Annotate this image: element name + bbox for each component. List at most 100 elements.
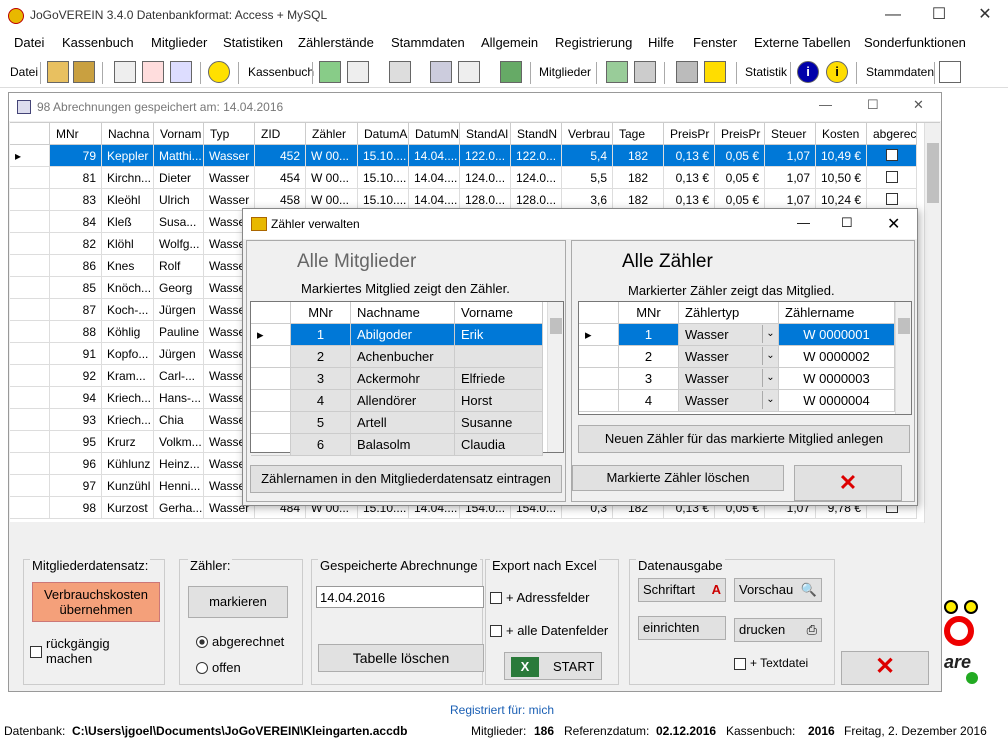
drucken-button[interactable]: drucken ⎙	[734, 618, 822, 642]
zaehlertyp-dropdown[interactable]: Wasser ⌄	[679, 324, 779, 346]
chevron-down-icon[interactable]: ⌄	[762, 325, 778, 343]
abgerechnet-checkbox[interactable]	[885, 171, 898, 183]
books-icon[interactable]	[500, 61, 522, 83]
menu-zaehlerstaende[interactable]: Zählerstände	[298, 35, 374, 50]
row-selector[interactable]	[251, 390, 291, 412]
textdatei-checkbox[interactable]	[734, 658, 746, 670]
table-cell[interactable]: 122.0...	[460, 145, 511, 167]
column-header[interactable]: PreisPr	[715, 123, 765, 145]
dialog-cancel-red-x-button[interactable]: ✕	[794, 465, 902, 501]
column-header[interactable]: Tage	[613, 123, 664, 145]
excel-start-button[interactable]: X START	[504, 652, 602, 680]
inner-minimize-button[interactable]: —	[819, 97, 832, 112]
abrechnung-date-input[interactable]: 14.04.2016	[316, 586, 484, 608]
chevron-down-icon[interactable]: ⌄	[762, 391, 778, 409]
people-icon[interactable]	[704, 61, 726, 83]
zaehler-cell[interactable]: 2	[619, 346, 679, 368]
toolbar-datei[interactable]: Datei	[10, 65, 38, 79]
group-icon[interactable]	[676, 61, 698, 83]
table-cell[interactable]: Georg	[154, 277, 204, 299]
table-cell[interactable]: 0,13 €	[664, 167, 715, 189]
table-cell[interactable]: Kleöhl	[102, 189, 154, 211]
table-cell[interactable]: Dieter	[154, 167, 204, 189]
person-icon[interactable]	[606, 61, 628, 83]
table-cell[interactable]: 182	[613, 167, 664, 189]
row-selector[interactable]: ▸	[579, 324, 619, 346]
table-cell[interactable]: Knöch...	[102, 277, 154, 299]
member-cell[interactable]: Artell	[351, 412, 455, 434]
table-cell[interactable]: 454	[255, 167, 306, 189]
zaehler-cell[interactable]: 4	[619, 390, 679, 412]
table-cell[interactable]: 0,05 €	[715, 167, 765, 189]
member-cell[interactable]	[455, 346, 543, 368]
chevron-down-icon[interactable]: ⌄	[762, 369, 778, 387]
rueckgaengig-checkbox[interactable]	[30, 646, 42, 658]
table-cell[interactable]: Heinz...	[154, 453, 204, 475]
table-cell[interactable]: 10,49 €	[816, 145, 867, 167]
member-cell[interactable]: Horst	[455, 390, 543, 412]
menu-kassenbuch[interactable]: Kassenbuch	[62, 35, 134, 50]
column-header[interactable]: Kosten	[816, 123, 867, 145]
table-cell[interactable]: 88	[50, 321, 102, 343]
minimize-button[interactable]: —	[870, 0, 916, 32]
member-cell[interactable]: 6	[291, 434, 351, 456]
table-cell[interactable]: 14.04....	[409, 167, 460, 189]
column-header[interactable]: DatumN	[409, 123, 460, 145]
table-cell[interactable]: 15.10....	[358, 145, 409, 167]
zaehler-cell[interactable]: 3	[619, 368, 679, 390]
table-cell[interactable]: 87	[50, 299, 102, 321]
table-cell[interactable]: Matthi...	[154, 145, 204, 167]
scroll-thumb[interactable]	[927, 143, 939, 203]
table-cell[interactable]: 97	[50, 475, 102, 497]
table-cell[interactable]: Susa...	[154, 211, 204, 233]
zaehlernamen-eintragen-button[interactable]: Zählernamen in den Mitgliederdatensatz e…	[250, 465, 562, 493]
table-cell[interactable]: 1,07	[765, 167, 816, 189]
member-cell[interactable]: Ackermohr	[351, 368, 455, 390]
vertical-scrollbar[interactable]	[547, 302, 563, 452]
row-selector[interactable]	[579, 368, 619, 390]
table-cell[interactable]: 14.04....	[409, 145, 460, 167]
table-cell[interactable]: 96	[50, 453, 102, 475]
table-cell[interactable]: Krurz	[102, 431, 154, 453]
zaehler-cell[interactable]: 1	[619, 324, 679, 346]
inner-close-button[interactable]: ✕	[913, 97, 924, 113]
column-header[interactable]: ZID	[255, 123, 306, 145]
edit-icon[interactable]	[347, 61, 369, 83]
close-button[interactable]: ✕	[962, 0, 1008, 32]
row-selector[interactable]	[10, 365, 50, 387]
table-cell[interactable]: 1,07	[765, 145, 816, 167]
maximize-button[interactable]: ☐	[916, 0, 962, 32]
column-header[interactable]: Steuer	[765, 123, 816, 145]
column-header[interactable]: abgerec	[867, 123, 917, 145]
column-header[interactable]: Zähler	[306, 123, 358, 145]
text-icon[interactable]	[939, 61, 961, 83]
row-selector[interactable]	[10, 453, 50, 475]
member-cell[interactable]: 2	[291, 346, 351, 368]
column-header[interactable]: Zählertyp	[679, 302, 779, 324]
table-cell[interactable]: 0,05 €	[715, 145, 765, 167]
zaehler-loeschen-button[interactable]: Markierte Zähler löschen	[572, 465, 784, 491]
column-header[interactable]: PreisPr	[664, 123, 715, 145]
table-cell[interactable]: Carl-...	[154, 365, 204, 387]
abgerechnet-checkbox[interactable]	[885, 193, 898, 205]
table-cell[interactable]: Kunzühl	[102, 475, 154, 497]
table-cell[interactable]: Kriech...	[102, 387, 154, 409]
table-cell[interactable]: 94	[50, 387, 102, 409]
member-cell[interactable]: Susanne	[455, 412, 543, 434]
row-selector[interactable]: ▸	[10, 145, 50, 167]
table-cell[interactable]: 84	[50, 211, 102, 233]
table-cell[interactable]: Wasser	[204, 167, 255, 189]
open-folder-icon[interactable]	[47, 61, 69, 83]
row-selector[interactable]	[251, 346, 291, 368]
table-cell[interactable]: 91	[50, 343, 102, 365]
plan-icon[interactable]	[458, 61, 480, 83]
member-cell[interactable]: 5	[291, 412, 351, 434]
offen-radio[interactable]	[196, 662, 208, 674]
row-selector[interactable]	[10, 431, 50, 453]
chevron-down-icon[interactable]: ⌄	[762, 347, 778, 365]
table-cell[interactable]: Volkm...	[154, 431, 204, 453]
column-header[interactable]: DatumA	[358, 123, 409, 145]
row-selector[interactable]	[10, 233, 50, 255]
table-cell[interactable]: Wolfg...	[154, 233, 204, 255]
member-cell[interactable]: Balasolm	[351, 434, 455, 456]
